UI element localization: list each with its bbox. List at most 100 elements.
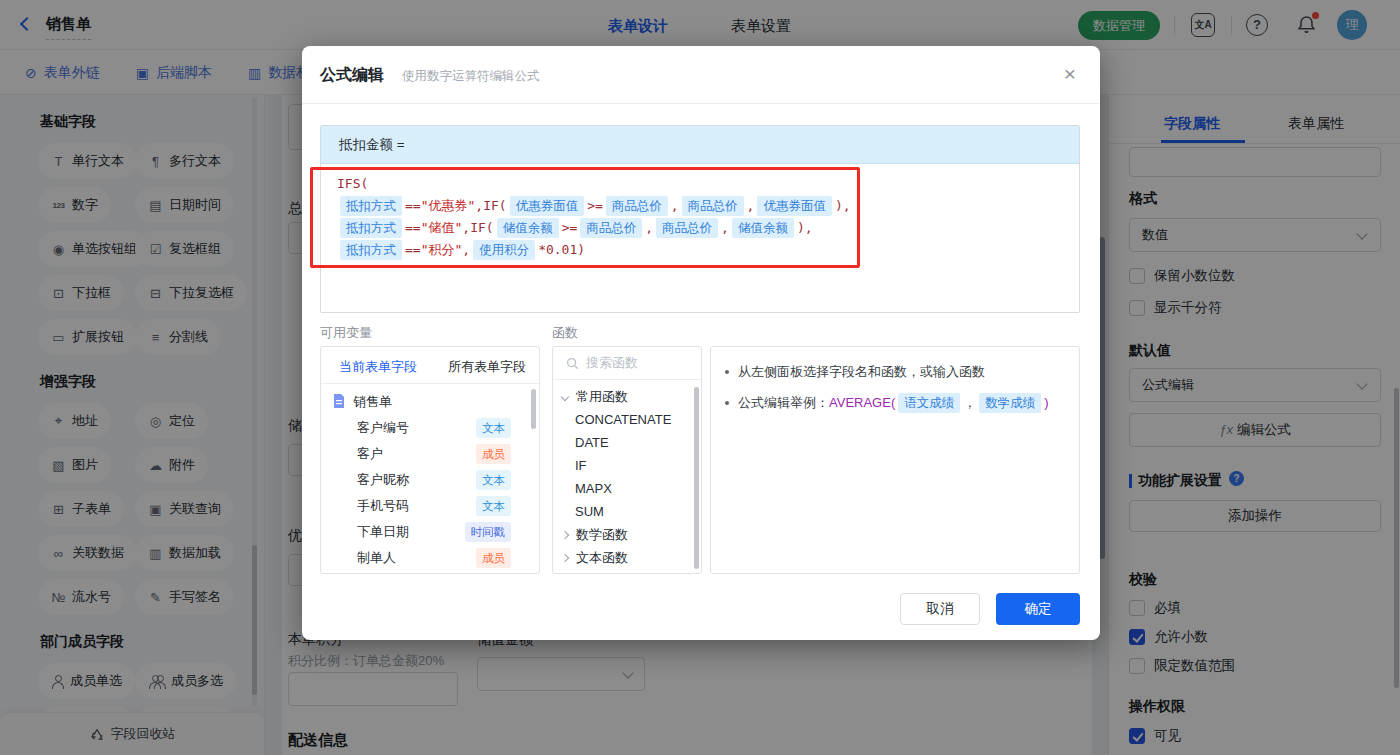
dialog-title: 公式编辑 [320, 65, 384, 86]
functions-scrollbar-thumb[interactable] [694, 387, 699, 569]
formula-string: "积分" [421, 239, 463, 261]
formula-code-text: == [405, 217, 421, 239]
formula-code-text: ), [797, 217, 813, 239]
variables-root-label: 销售单 [353, 393, 392, 411]
formula-code-text: , [462, 239, 470, 261]
tip-item: 从左侧面板选择字段名和函数，或输入函数 [725, 361, 1065, 383]
field-chip: 语文成绩 [898, 393, 960, 413]
variables-panel: 当前表单字段 所有表单字段 销售单客户编号文本客户成员客户昵称文本手机号码文本下… [320, 346, 540, 574]
variable-row[interactable]: 手机号码文本 [321, 493, 539, 519]
function-item[interactable]: DATE [553, 431, 701, 454]
formula-line: 抵扣方式=="优惠券",IF(优惠券面值>=商品总价,商品总价,优惠券面值), [337, 195, 1063, 217]
formula-code-text: IFS( [337, 173, 368, 195]
formula-edit-dialog: 公式编辑 使用数字运算符编辑公式 × 抵扣金额 = IFS(抵扣方式=="优惠券… [302, 46, 1100, 640]
field-chip[interactable]: 商品总价 [656, 218, 718, 238]
formula-tips-panel: 从左侧面板选择字段名和函数，或输入函数公式编辑举例：AVERAGE(语文成绩，数… [710, 346, 1080, 574]
field-chip[interactable]: 抵扣方式 [340, 218, 402, 238]
variable-type-badge: 成员 [476, 548, 511, 568]
field-chip: 数学成绩 [979, 393, 1041, 413]
field-chip[interactable]: 抵扣方式 [340, 196, 402, 216]
function-search-input[interactable]: 搜索函数 [553, 347, 701, 380]
functions-tree: 常用函数 CONCATENATEDATEIFMAPXSUM 数学函数文本函数 [553, 380, 701, 569]
function-group-row[interactable]: 数学函数 [553, 523, 701, 546]
confirm-button[interactable]: 确定 [996, 593, 1080, 625]
formula-code-text: , [671, 195, 679, 217]
variable-type-badge: 文本 [476, 470, 511, 490]
field-chip[interactable]: 使用积分 [473, 240, 535, 260]
tip-text: 从左侧面板选择字段名和函数，或输入函数 [738, 361, 985, 383]
field-chip[interactable]: 商品总价 [682, 196, 744, 216]
formula-line: IFS( [337, 173, 1063, 195]
variable-name: 手机号码 [357, 497, 476, 515]
field-chip[interactable]: 优惠券面值 [757, 196, 832, 216]
formula-code[interactable]: IFS(抵扣方式=="优惠券",IF(优惠券面值>=商品总价,商品总价,优惠券面… [321, 164, 1079, 270]
formula-line: 抵扣方式=="积分",使用积分*0.01) [337, 239, 1063, 261]
variables-tabs: 当前表单字段 所有表单字段 [321, 347, 539, 384]
functions-label: 函数 [552, 324, 578, 342]
formula-code-text: , [645, 217, 653, 239]
variable-row[interactable]: 下单日期时间戳 [321, 519, 539, 545]
variables-tree: 销售单客户编号文本客户成员客户昵称文本手机号码文本下单日期时间戳制单人成员 [321, 389, 539, 571]
formula-code-text: ,IF( [475, 195, 506, 217]
field-chip[interactable]: 储值余额 [497, 218, 559, 238]
close-icon[interactable]: × [1064, 62, 1076, 86]
formula-editor[interactable]: 抵扣金额 = IFS(抵扣方式=="优惠券",IF(优惠券面值>=商品总价,商品… [320, 125, 1080, 313]
tip-text: 公式编辑举例：AVERAGE(语文成绩，数学成绩) [738, 392, 1049, 414]
formula-code-text: >= [587, 195, 603, 217]
formula-string: "储值" [421, 217, 463, 239]
formula-code-text: ,IF( [462, 217, 493, 239]
function-group-row[interactable]: 常用函数 [553, 385, 701, 408]
function-group-row[interactable]: 文本函数 [553, 546, 701, 569]
formula-code-text: *0.01) [538, 239, 585, 261]
field-chip[interactable]: 优惠券面值 [510, 196, 585, 216]
tip-plain: ， [963, 395, 976, 410]
chevron-down-icon [561, 392, 569, 400]
variable-type-badge: 成员 [476, 444, 511, 464]
variable-row[interactable]: 客户昵称文本 [321, 467, 539, 493]
variable-row[interactable]: 客户编号文本 [321, 415, 539, 441]
function-group-label: 常用函数 [576, 388, 628, 406]
tab-all-form-fields[interactable]: 所有表单字段 [448, 358, 526, 376]
function-item[interactable]: IF [553, 454, 701, 477]
function-item[interactable]: MAPX [553, 477, 701, 500]
variable-row[interactable]: 制单人成员 [321, 545, 539, 571]
tips-list: 从左侧面板选择字段名和函数，或输入函数公式编辑举例：AVERAGE(语文成绩，数… [711, 347, 1079, 414]
formula-line: 抵扣方式=="储值",IF(储值余额>=商品总价,商品总价,储值余额), [337, 217, 1063, 239]
tip-item: 公式编辑举例：AVERAGE(语文成绩，数学成绩) [725, 392, 1065, 414]
tip-plain: 从左侧面板选择字段名和函数，或输入函数 [738, 364, 985, 379]
variable-type-badge: 文本 [476, 496, 511, 516]
formula-string: "优惠券" [421, 195, 476, 217]
bullet-dot [725, 370, 729, 374]
variable-name: 客户昵称 [357, 471, 476, 489]
field-chip[interactable]: 抵扣方式 [340, 240, 402, 260]
search-placeholder: 搜索函数 [586, 354, 638, 372]
field-chip[interactable]: 商品总价 [580, 218, 642, 238]
variable-name: 下单日期 [357, 523, 465, 541]
field-chip[interactable]: 商品总价 [606, 196, 668, 216]
variable-name: 客户编号 [357, 419, 476, 437]
formula-code-text: == [405, 195, 421, 217]
search-icon [566, 357, 579, 370]
variable-name: 制单人 [357, 549, 476, 567]
function-name: AVERAGE( [829, 395, 895, 410]
chevron-right-icon [561, 553, 569, 561]
function-item[interactable]: SUM [553, 500, 701, 523]
formula-code-text: >= [562, 217, 578, 239]
variables-scrollbar-thumb[interactable] [531, 389, 536, 429]
variable-row[interactable]: 客户成员 [321, 441, 539, 467]
bullet-dot [725, 401, 729, 405]
variable-type-badge: 时间戳 [465, 522, 512, 542]
form-doc-icon [333, 394, 345, 411]
function-name: ) [1044, 395, 1048, 410]
variable-name: 客户 [357, 445, 476, 463]
chevron-right-icon [561, 530, 569, 538]
function-group-label: 数学函数 [576, 526, 628, 544]
tip-plain: 公式编辑举例： [738, 395, 829, 410]
tab-current-form-fields[interactable]: 当前表单字段 [339, 358, 417, 376]
cancel-button[interactable]: 取消 [900, 593, 980, 625]
variable-type-badge: 文本 [476, 418, 511, 438]
function-item[interactable]: CONCATENATE [553, 408, 701, 431]
field-chip[interactable]: 储值余额 [732, 218, 794, 238]
formula-code-text: == [405, 239, 421, 261]
variables-root-row[interactable]: 销售单 [321, 389, 539, 415]
